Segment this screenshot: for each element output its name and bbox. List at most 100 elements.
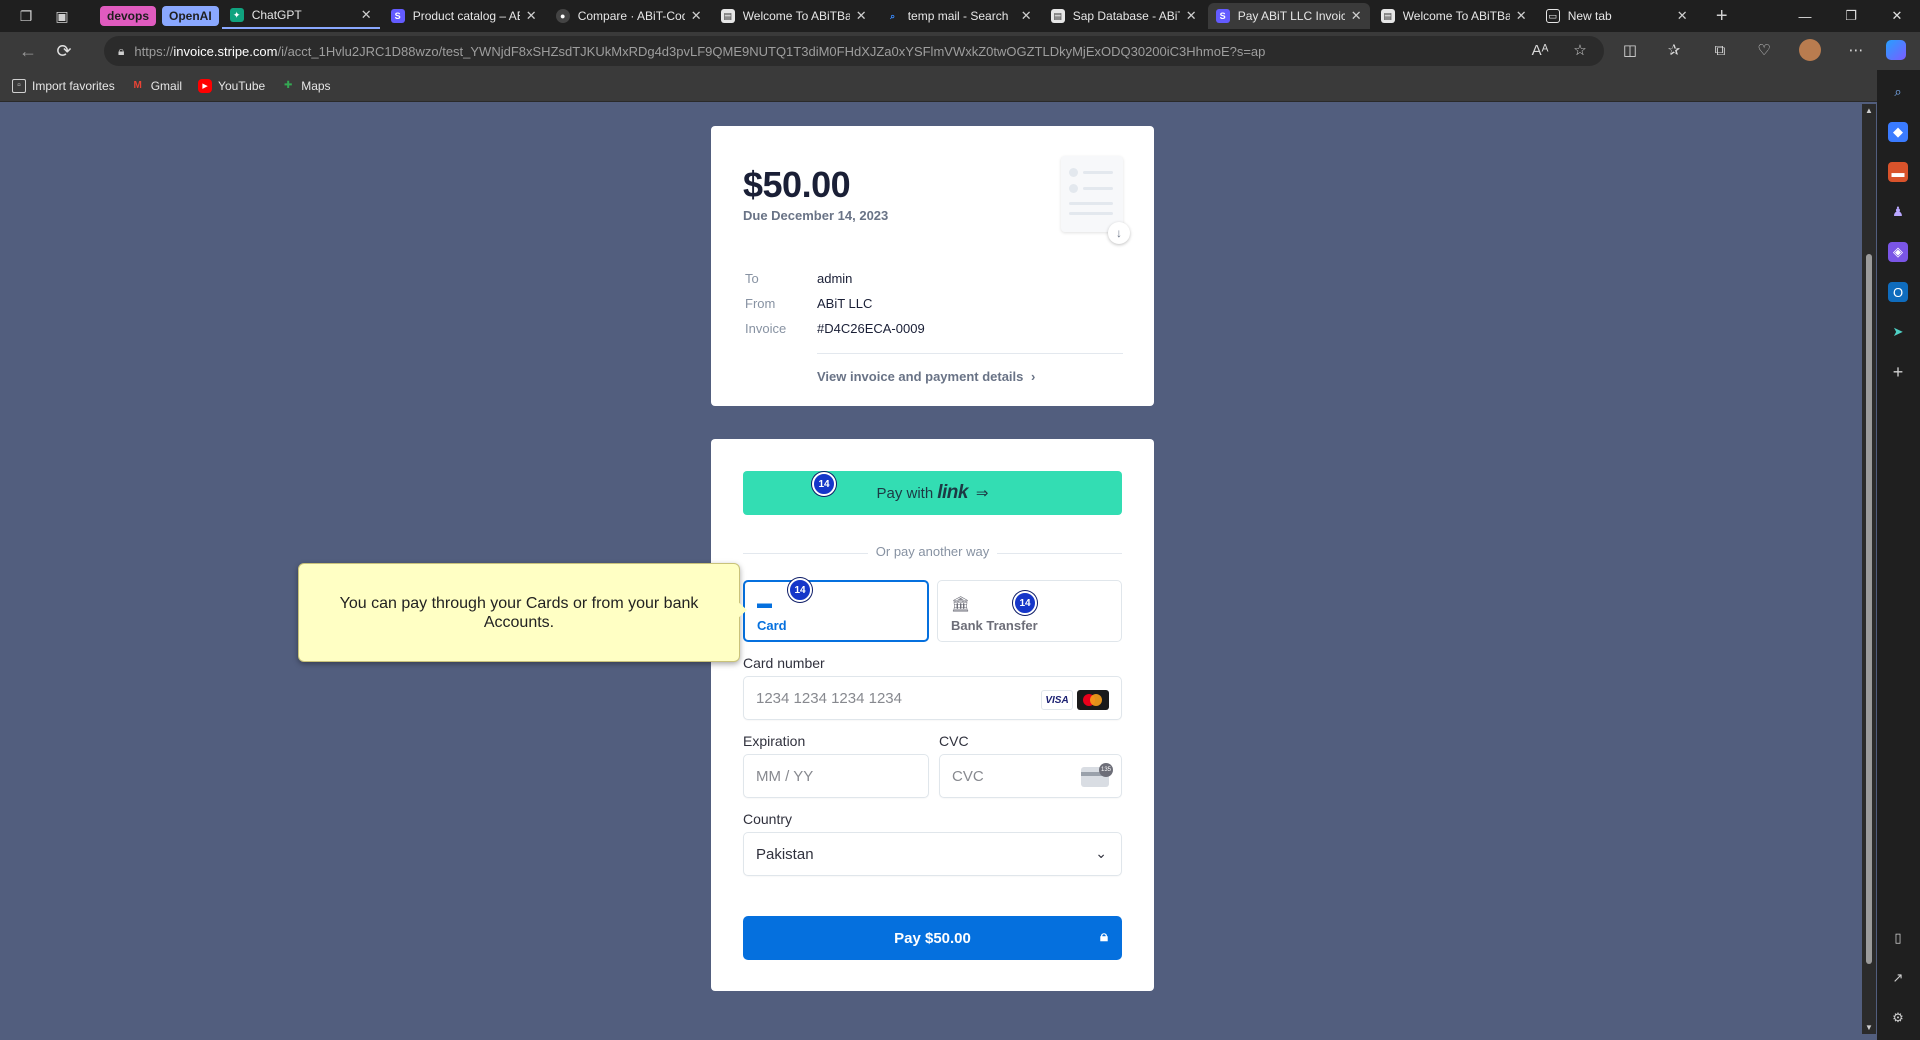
doc-thumb-line [1083,187,1113,190]
close-icon[interactable]: ✕ [1021,8,1032,24]
workspaces-icon[interactable]: ❐ [10,0,42,32]
link-button-prefix: Pay with [876,484,934,502]
page-scrollbar[interactable]: ▲ ▼ [1862,104,1876,1034]
close-icon[interactable]: ✕ [526,8,537,24]
minimize-icon[interactable]: — [1782,0,1828,32]
card-number-field[interactable]: VISA [743,676,1122,720]
bank-icon: 🏛︎ [951,596,971,613]
meta-value: #D4C26ECA-0009 [817,321,925,336]
invoice-due-date: Due December 14, 2023 [743,208,889,223]
guide-tooltip-pointer [736,600,747,620]
scroll-up-icon[interactable]: ▲ [1864,106,1874,115]
arrow-right-icon: ⇒ [975,485,989,502]
sidebar-games-icon[interactable]: ♟ [1888,202,1908,222]
pay-with-link-button[interactable]: Pay with link ⇒ [743,471,1122,515]
browser-tab-temp-mail[interactable]: ⌕ temp mail - Search ✕ [878,3,1040,29]
collections-icon[interactable]: ⧉ [1706,36,1734,64]
import-icon: ▫ [12,78,26,93]
bookmark-youtube[interactable]: ▶ YouTube [198,78,265,93]
sidebar-shopping-icon[interactable]: ◆ [1888,122,1908,142]
close-icon[interactable]: ✕ [1351,8,1362,24]
country-select[interactable]: Pakistan [744,833,1121,875]
browser-tab-compare[interactable]: ● Compare · ABiT-Code ✕ [548,3,710,29]
lock-icon: 🔒︎ [1100,928,1108,945]
page-icon: ▤ [1050,9,1065,23]
sidebar-settings-icon[interactable]: ⚙ [1888,1008,1908,1028]
favorite-star-icon[interactable]: ☆ [1566,36,1594,64]
newtab-icon: ▭ [1545,9,1560,23]
browser-tab-pay-invoice[interactable]: S Pay ABiT LLC Invoice ✕ [1207,3,1370,29]
invoice-document-thumbnail[interactable] [1061,156,1123,232]
cvc-field[interactable]: 135 [939,754,1122,798]
browser-tab-new-tab[interactable]: ▭ New tab ✕ [1538,3,1696,29]
bookmark-label: Maps [301,78,331,93]
browser-tab-welcome-1[interactable]: ▤ Welcome To ABiTBank ✕ [713,3,875,29]
youtube-icon: ▶ [198,78,213,93]
copilot-icon[interactable] [1882,36,1910,64]
expiration-field[interactable] [743,754,929,798]
url-text[interactable]: https://invoice.stripe.com/i/acct_1Hvlu2… [134,44,1494,59]
address-bar[interactable]: 🔒︎ https://invoice.stripe.com/i/acct_1Hv… [104,36,1604,66]
back-icon[interactable]: ← [10,35,46,67]
refresh-icon[interactable]: ⟳ [46,35,82,67]
bookmark-label: Gmail [150,78,183,93]
browser-tab-chatgpt[interactable]: ✦ ChatGPT ✕ [221,3,380,29]
sidebar-add-icon[interactable]: + [1888,362,1908,382]
payment-method-label: Card [757,618,787,633]
tab-group-devops[interactable]: devops [100,6,157,26]
sidebar-microsoft365-icon[interactable]: ◈ [1888,242,1908,262]
bookmark-gmail[interactable]: M Gmail [131,78,183,93]
browser-tab-welcome-2[interactable]: ▤ Welcome To ABiTBank ✕ [1373,3,1535,29]
read-aloud-icon[interactable]: Aᴬ [1526,36,1554,64]
restore-icon[interactable]: ❐ [1828,0,1874,32]
profile-avatar[interactable] [1796,36,1824,64]
divider [817,353,1123,354]
download-icon[interactable]: ↓ [1108,222,1130,244]
close-icon[interactable]: ✕ [361,7,372,23]
payment-method-card-tab[interactable]: ▬ Card [743,580,929,642]
doc-thumb-dot [1069,168,1078,177]
scrollbar-thumb[interactable] [1866,254,1872,964]
payment-method-label: Bank Transfer [951,618,1038,633]
favorites-icon[interactable]: ✰ [1660,36,1688,64]
close-icon[interactable]: ✕ [1186,8,1197,24]
sidebar-tools-icon[interactable]: ▬ [1888,162,1908,182]
pay-submit-button[interactable]: Pay $50.00 🔒︎ [743,916,1122,960]
sidebar-panel-icon[interactable]: ▯ [1888,928,1908,948]
expiration-input[interactable] [744,755,928,797]
close-icon[interactable]: ✕ [1516,8,1527,24]
doc-thumb-line [1069,212,1113,215]
more-menu-icon[interactable]: ⋯ [1842,36,1870,64]
meta-key: To [745,271,759,286]
bookmark-maps[interactable]: ✚ Maps [281,78,331,93]
stripe-icon: S [1215,9,1230,23]
browser-toolbar: ← ⟳ 🔒︎ https://invoice.stripe.com/i/acct… [0,32,1920,70]
mastercard-icon [1077,690,1109,710]
lock-icon[interactable]: 🔒︎ [118,44,124,59]
meta-row-to: To admin [745,271,852,286]
scroll-down-icon[interactable]: ▼ [1864,1023,1874,1032]
gmail-icon: M [133,80,142,91]
close-icon[interactable]: ✕ [1677,8,1688,24]
split-screen-icon[interactable]: ◫ [1616,36,1644,64]
github-icon: ● [555,9,570,23]
new-tab-plus-icon[interactable]: + [1706,0,1738,32]
close-icon[interactable]: ✕ [691,8,702,24]
country-field[interactable]: Pakistan ⌄ [743,832,1122,876]
pay-submit-label: Pay $50.00 [894,929,971,947]
browser-tab-product-catalog[interactable]: S Product catalog – ABiT ✕ [383,3,545,29]
sidebar-search-icon[interactable]: ⌕ [1888,82,1908,102]
browser-essentials-icon[interactable]: ♡ [1750,36,1778,64]
bookmark-import-favorites[interactable]: ▫ Import favorites [12,78,115,93]
tab-group-openai[interactable]: OpenAI [162,6,219,26]
expiration-label: Expiration [743,733,806,749]
sidebar-external-icon[interactable]: ↗ [1888,968,1908,988]
close-icon[interactable]: ✕ [856,8,867,24]
page-icon: ▤ [720,9,735,23]
window-close-icon[interactable]: ✕ [1874,0,1920,32]
view-invoice-details-link[interactable]: View invoice and payment details › [817,369,1035,384]
sidebar-send-icon[interactable]: ➤ [1888,322,1908,342]
browser-tab-sap-database[interactable]: ▤ Sap Database - ABiT ✕ [1043,3,1205,29]
sidebar-outlook-icon[interactable]: O [1888,282,1908,302]
tab-actions-icon[interactable]: ▣ [46,0,78,32]
